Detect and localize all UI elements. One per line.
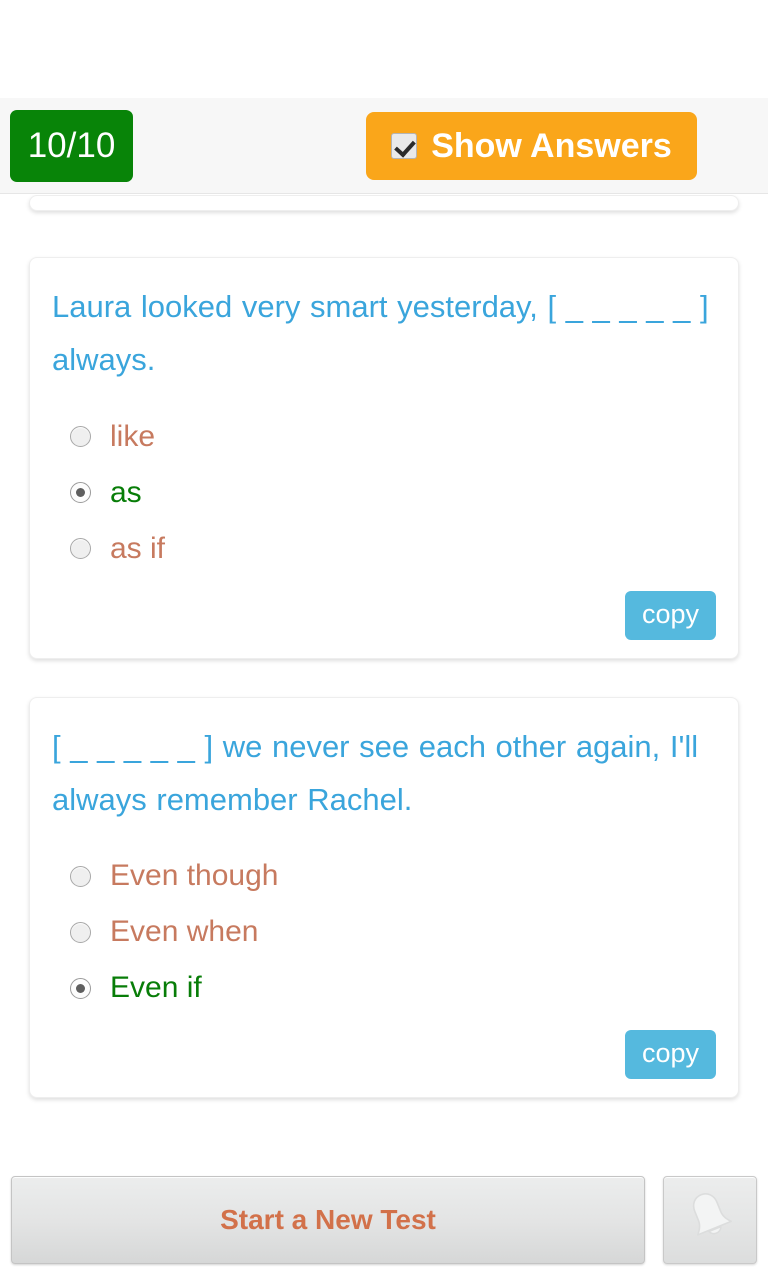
option-label: as (110, 475, 142, 509)
start-new-test-button[interactable]: Start a New Test (11, 1176, 645, 1264)
question-text: [ _ _ _ _ _ ] we never see each other ag… (52, 728, 699, 817)
card-spacer (0, 659, 768, 697)
option-row[interactable]: as if (42, 521, 726, 577)
question-card: Laura looked very smart yesterday, [ _ _… (29, 257, 739, 659)
copy-button[interactable]: copy (624, 1030, 716, 1080)
previous-question-card-partial (29, 195, 739, 211)
notification-bell-button[interactable] (663, 1176, 757, 1264)
option-row[interactable]: like (42, 409, 726, 465)
radio-unselected-icon[interactable] (70, 921, 91, 943)
top-blank-area (0, 0, 768, 98)
show-answers-label: Show Answers (431, 126, 672, 165)
option-row[interactable]: Even if (42, 960, 726, 1016)
option-row[interactable]: as (42, 465, 726, 521)
option-label: Even when (110, 915, 259, 949)
show-answers-button[interactable]: Show Answers (366, 112, 697, 180)
footer-bar: Start a New Test (0, 1176, 768, 1270)
option-label: Even if (110, 971, 202, 1005)
option-label: as if (110, 531, 166, 565)
option-label: Even though (110, 859, 279, 893)
options-group: Even though Even when Even if (42, 848, 726, 1016)
questions-scroll-area[interactable]: Laura looked very smart yesterday, [ _ _… (0, 195, 768, 1165)
option-row[interactable]: Even though (42, 848, 726, 904)
quiz-app-screen: 10/10 Show Answers Laura looked very sma… (0, 0, 768, 1280)
score-badge: 10/10 (10, 109, 133, 182)
radio-unselected-icon[interactable] (70, 865, 91, 887)
bottom-filler (0, 1270, 768, 1280)
radio-selected-icon[interactable] (70, 977, 91, 999)
checkbox-checked-icon[interactable] (391, 133, 418, 159)
quiz-header-bar: 10/10 Show Answers (0, 98, 768, 194)
bell-icon (679, 1189, 741, 1252)
radio-selected-icon[interactable] (70, 482, 91, 504)
options-group: like as as if (42, 409, 726, 577)
question-text: Laura looked very smart yesterday, [ _ _… (52, 289, 709, 378)
radio-unselected-icon[interactable] (70, 538, 91, 560)
option-row[interactable]: Even when (42, 904, 726, 960)
copy-row: copy (42, 577, 726, 640)
copy-row: copy (42, 1016, 726, 1080)
question-card: [ _ _ _ _ _ ] we never see each other ag… (29, 696, 739, 1099)
option-label: like (110, 419, 156, 453)
copy-button[interactable]: copy (624, 590, 716, 640)
radio-unselected-icon[interactable] (70, 426, 91, 448)
